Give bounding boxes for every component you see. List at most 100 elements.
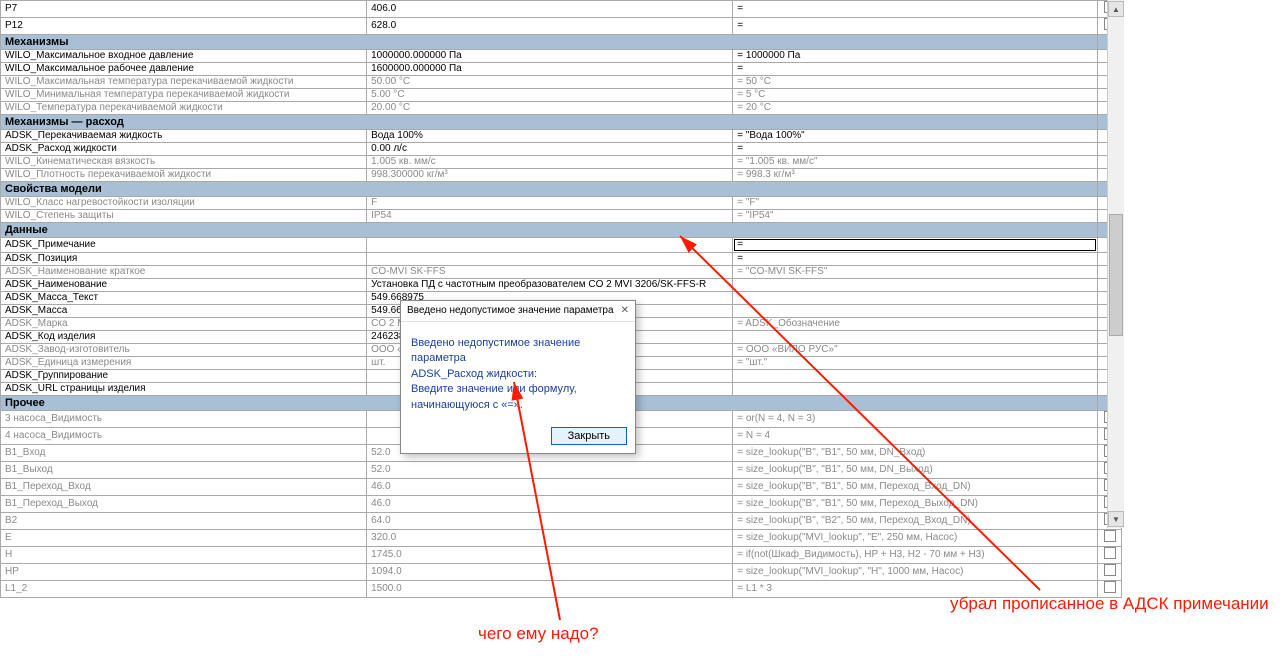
group-header[interactable]: Данные: [1, 223, 1098, 238]
scroll-down-icon[interactable]: ▼: [1108, 511, 1124, 527]
param-formula[interactable]: = size_lookup("B", "B1", 50 мм, DN_Вход): [733, 445, 1098, 462]
param-name[interactable]: WILO_Температура перекачиваемой жидкости: [1, 102, 367, 115]
param-formula[interactable]: = 5 °C: [733, 89, 1098, 102]
param-value[interactable]: 1745.0: [367, 547, 733, 564]
param-value[interactable]: 5.00 °C: [367, 89, 733, 102]
param-value[interactable]: Вода 100%: [367, 130, 733, 143]
param-formula[interactable]: =: [733, 238, 1098, 253]
param-value[interactable]: 1094.0: [367, 564, 733, 581]
param-value[interactable]: CO-MVI SK-FFS: [367, 266, 733, 279]
param-name[interactable]: B2: [1, 513, 367, 530]
checkbox-icon[interactable]: [1104, 581, 1116, 593]
lock-checkbox-cell[interactable]: [1098, 564, 1122, 581]
param-name[interactable]: 3 насоса_Видимость: [1, 411, 367, 428]
param-name[interactable]: ADSK_Масса: [1, 305, 367, 318]
param-value[interactable]: 1.005 кв. мм/с: [367, 156, 733, 169]
param-formula[interactable]: [733, 370, 1098, 383]
param-formula[interactable]: =: [733, 143, 1098, 156]
param-name[interactable]: B1_Переход_Вход: [1, 479, 367, 496]
param-formula[interactable]: = "CO-MVI SK-FFS": [733, 266, 1098, 279]
checkbox-icon[interactable]: [1104, 547, 1116, 559]
param-name[interactable]: ADSK_Код изделия: [1, 331, 367, 344]
param-formula[interactable]: = size_lookup("B", "B1", 50 мм, Переход_…: [733, 496, 1098, 513]
param-value[interactable]: 1600000.000000 Па: [367, 63, 733, 76]
group-header[interactable]: Механизмы: [1, 35, 1098, 50]
param-formula[interactable]: = size_lookup("MVI_lookup", "E", 250 мм,…: [733, 530, 1098, 547]
param-name[interactable]: WILO_Максимальная температура перекачива…: [1, 76, 367, 89]
vertical-scrollbar[interactable]: ▲ ▼: [1107, 0, 1124, 528]
close-icon[interactable]: ✕: [621, 301, 629, 321]
param-name[interactable]: WILO_Степень защиты: [1, 210, 367, 223]
param-formula[interactable]: = "шт.": [733, 357, 1098, 370]
param-name[interactable]: ADSK_Единица измерения: [1, 357, 367, 370]
param-name[interactable]: P12: [1, 18, 367, 35]
param-formula[interactable]: [733, 279, 1098, 292]
param-formula[interactable]: = "1.005 кв. мм/с": [733, 156, 1098, 169]
param-formula[interactable]: = 20 °C: [733, 102, 1098, 115]
param-formula[interactable]: = size_lookup("B", "B1", 50 мм, DN_Выход…: [733, 462, 1098, 479]
param-formula[interactable]: [733, 331, 1098, 344]
param-value[interactable]: 64.0: [367, 513, 733, 530]
param-formula[interactable]: = 1000000 Па: [733, 50, 1098, 63]
param-value[interactable]: 0.00 л/с: [367, 143, 733, 156]
param-name[interactable]: 4 насоса_Видимость: [1, 428, 367, 445]
param-name[interactable]: ADSK_Масса_Текст: [1, 292, 367, 305]
param-formula[interactable]: [733, 383, 1098, 396]
param-formula[interactable]: = 998.3 кг/м³: [733, 169, 1098, 182]
param-name[interactable]: E: [1, 530, 367, 547]
scroll-up-icon[interactable]: ▲: [1108, 1, 1124, 17]
close-button[interactable]: Закрыть: [551, 427, 627, 445]
param-name[interactable]: ADSK_Наименование: [1, 279, 367, 292]
param-value[interactable]: [367, 238, 733, 253]
param-formula[interactable]: [733, 305, 1098, 318]
param-value[interactable]: 20.00 °C: [367, 102, 733, 115]
checkbox-icon[interactable]: [1104, 564, 1116, 576]
parameter-table[interactable]: P7406.0=P12628.0=Механизмы⌃WILO_Максимал…: [0, 0, 1122, 598]
param-name[interactable]: ADSK_Группирование: [1, 370, 367, 383]
param-formula[interactable]: =: [733, 253, 1098, 266]
param-name[interactable]: B1_Вход: [1, 445, 367, 462]
param-name[interactable]: ADSK_URL страницы изделия: [1, 383, 367, 396]
param-name[interactable]: ADSK_Позиция: [1, 253, 367, 266]
param-name[interactable]: WILO_Плотность перекачиваемой жидкости: [1, 169, 367, 182]
param-formula[interactable]: = "IP54": [733, 210, 1098, 223]
param-value[interactable]: 46.0: [367, 496, 733, 513]
lock-checkbox-cell[interactable]: [1098, 547, 1122, 564]
param-name[interactable]: ADSK_Примечание: [1, 238, 367, 253]
param-value[interactable]: 50.00 °C: [367, 76, 733, 89]
param-name[interactable]: P7: [1, 1, 367, 18]
param-formula[interactable]: = or(N = 4, N = 3): [733, 411, 1098, 428]
param-formula[interactable]: = N = 4: [733, 428, 1098, 445]
param-name[interactable]: WILO_Минимальная температура перекачивае…: [1, 89, 367, 102]
checkbox-icon[interactable]: [1104, 530, 1116, 542]
param-name[interactable]: ADSK_Перекачиваемая жидкость: [1, 130, 367, 143]
formula-edit-input[interactable]: =: [734, 239, 1096, 251]
param-name[interactable]: B1_Переход_Выход: [1, 496, 367, 513]
param-value[interactable]: 320.0: [367, 530, 733, 547]
param-name[interactable]: WILO_Максимальное входное давление: [1, 50, 367, 63]
param-name[interactable]: ADSK_Завод-изготовитель: [1, 344, 367, 357]
param-value[interactable]: IP54: [367, 210, 733, 223]
param-name[interactable]: WILO_Класс нагревостойкости изоляции: [1, 197, 367, 210]
param-value[interactable]: 46.0: [367, 479, 733, 496]
param-value[interactable]: 1000000.000000 Па: [367, 50, 733, 63]
param-name[interactable]: ADSK_Марка: [1, 318, 367, 331]
param-formula[interactable]: = 50 °C: [733, 76, 1098, 89]
param-name[interactable]: HP: [1, 564, 367, 581]
lock-checkbox-cell[interactable]: [1098, 530, 1122, 547]
param-value[interactable]: 628.0: [367, 18, 733, 35]
param-value[interactable]: 998.300000 кг/м³: [367, 169, 733, 182]
param-name[interactable]: H: [1, 547, 367, 564]
param-formula[interactable]: = size_lookup("MVI_lookup", "H", 1000 мм…: [733, 564, 1098, 581]
param-value[interactable]: Установка ПД с частотным преобразователе…: [367, 279, 733, 292]
param-value[interactable]: 52.0: [367, 462, 733, 479]
param-name[interactable]: WILO_Кинематическая вязкость: [1, 156, 367, 169]
param-formula[interactable]: = "Вода 100%": [733, 130, 1098, 143]
param-name[interactable]: ADSK_Расход жидкости: [1, 143, 367, 156]
param-name[interactable]: L1_2: [1, 581, 367, 598]
param-formula[interactable]: =: [733, 63, 1098, 76]
param-name[interactable]: ADSK_Наименование краткое: [1, 266, 367, 279]
param-name[interactable]: B1_Выход: [1, 462, 367, 479]
group-header[interactable]: Свойства модели: [1, 182, 1098, 197]
param-value[interactable]: F: [367, 197, 733, 210]
